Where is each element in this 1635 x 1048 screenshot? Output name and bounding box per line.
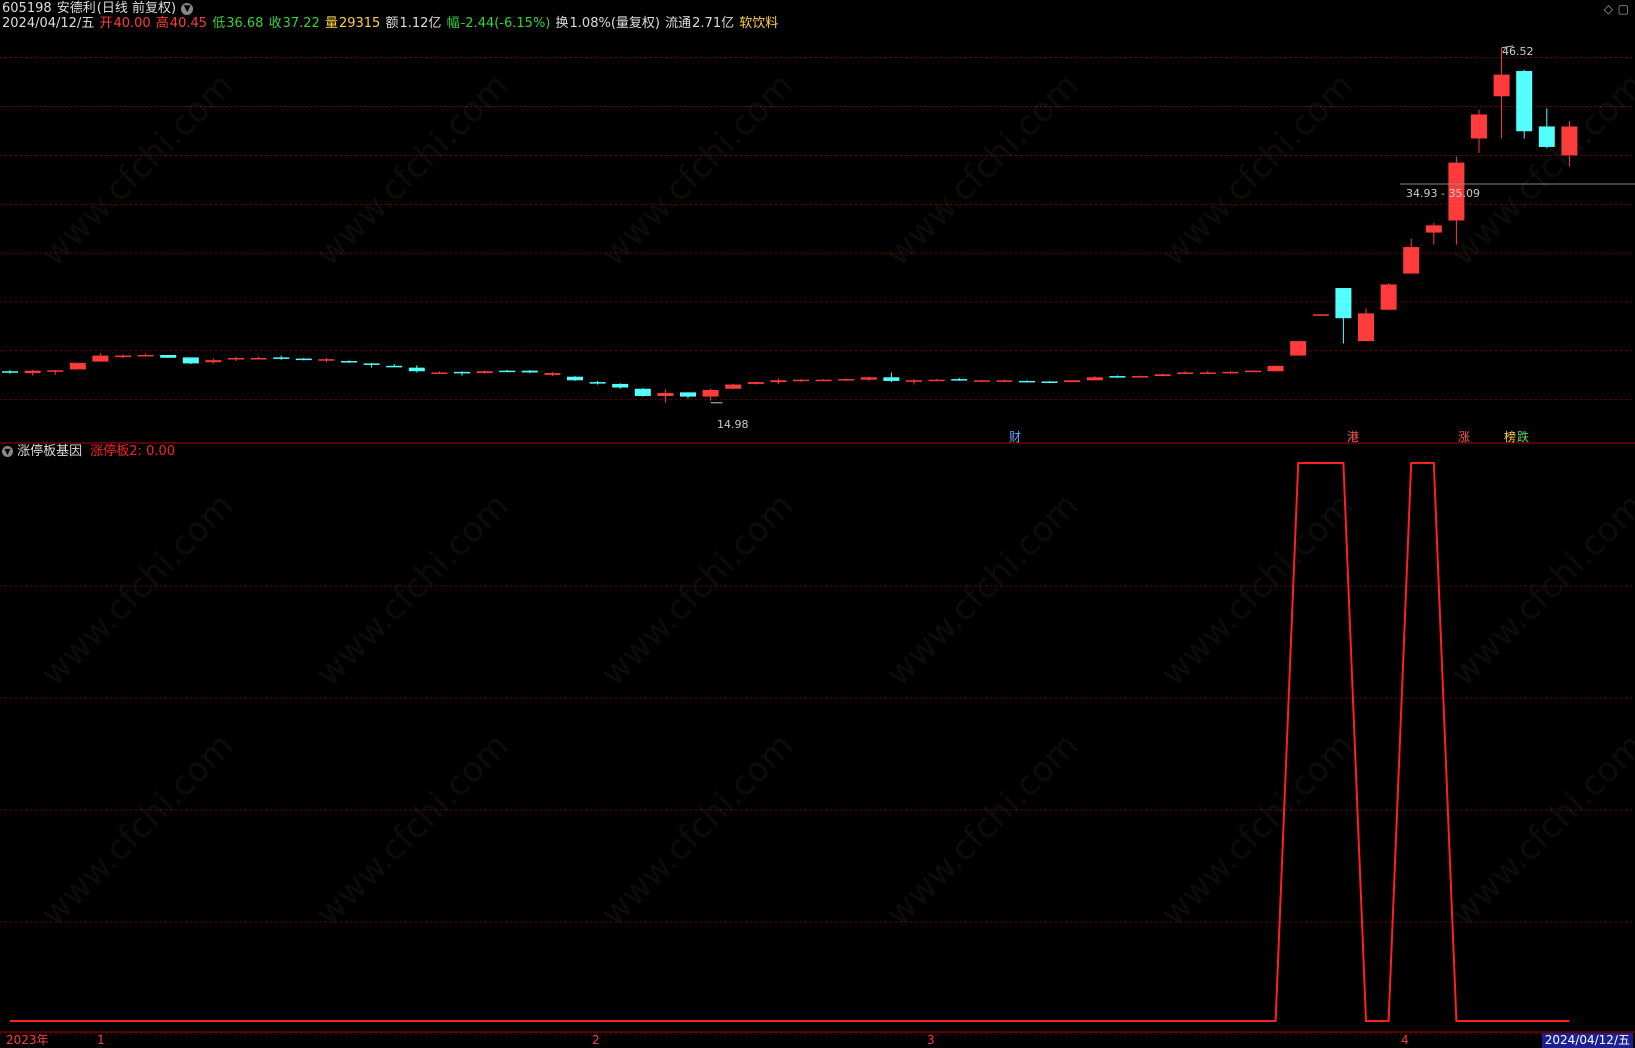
indicator-line [10, 462, 1570, 1022]
candle-up [47, 370, 64, 372]
candle-up [770, 380, 787, 383]
candle-up [1086, 377, 1103, 381]
candlestick-series [2, 47, 1578, 403]
marker-hk[interactable]: 港 [1347, 428, 1359, 445]
current-date-label: 2024/04/12/五 [1541, 1033, 1633, 1048]
candle-up [906, 380, 922, 382]
candle-up [860, 377, 877, 380]
chart-annotations [710, 45, 1635, 404]
high-price-label: 46.52 [1502, 45, 1534, 58]
candle-up [1064, 380, 1081, 383]
candle-up [973, 380, 990, 382]
candle-up [1154, 374, 1171, 377]
month-label-1: 1 [97, 1033, 105, 1047]
candle-up [1245, 370, 1261, 373]
candle-down [1335, 288, 1352, 319]
candle-up [205, 360, 222, 363]
candle-up [1132, 376, 1148, 378]
candle-up [544, 373, 561, 375]
candle-up [115, 355, 131, 358]
month-label-3: 3 [927, 1033, 935, 1047]
candle-down [951, 379, 968, 381]
candle-down [454, 371, 470, 374]
candle-up [1177, 372, 1194, 374]
marker-drop[interactable]: 跌 [1517, 428, 1529, 445]
candle-up [250, 357, 267, 360]
month-label-2: 2 [592, 1033, 600, 1047]
candle-up [1312, 314, 1329, 316]
candle-down [341, 361, 357, 363]
date-axis: 2023年 1 2 3 4 2024/04/12/五 [0, 1033, 1635, 1048]
marker-finance[interactable]: 财 [1009, 428, 1021, 445]
candle-down [363, 363, 380, 365]
marker-limit-up[interactable]: 涨 [1458, 428, 1470, 445]
candle-up [1403, 247, 1420, 274]
low-price-label: 14.98 [717, 418, 749, 431]
candle-down [273, 357, 290, 359]
candle-up [657, 392, 674, 396]
candle-up [996, 380, 1013, 382]
candle-down [408, 367, 425, 372]
chart-grid [0, 57, 1635, 1035]
candle-down [499, 370, 516, 373]
candle-up [24, 370, 41, 374]
candle-up [702, 389, 719, 397]
candle-up [1222, 371, 1239, 374]
candle-up [318, 359, 335, 361]
candle-up [69, 362, 86, 370]
candle-up [1358, 313, 1374, 342]
kline-chart[interactable] [0, 0, 1635, 1048]
candle-down [1516, 70, 1533, 132]
candle-up [1471, 114, 1487, 139]
candle-down [634, 388, 651, 396]
candle-down [182, 357, 199, 364]
candle-down [386, 365, 403, 368]
candle-down [1041, 381, 1058, 384]
candle-up [1267, 365, 1284, 372]
candle-up [815, 379, 832, 382]
candle-down [2, 371, 18, 373]
candle-down [160, 354, 177, 358]
candle-up [228, 357, 244, 360]
candle-down [295, 358, 312, 361]
candle-up [928, 379, 945, 382]
candle-up [1425, 225, 1442, 233]
candle-up [1199, 372, 1216, 374]
candle-up [725, 384, 742, 389]
year-label: 2023年 [6, 1033, 49, 1047]
candle-up [838, 379, 855, 381]
candle-up [1380, 284, 1397, 310]
candle-down [1538, 126, 1555, 147]
candle-up [431, 372, 448, 374]
candle-down [1109, 376, 1126, 378]
candle-up [1561, 126, 1578, 156]
candle-down [680, 392, 696, 397]
candle-up [92, 355, 109, 362]
month-label-4: 4 [1401, 1033, 1409, 1047]
candle-up [1290, 341, 1307, 356]
candle-up [747, 382, 764, 384]
candle-up [476, 371, 493, 374]
candle-down [521, 370, 538, 373]
candle-down [567, 376, 583, 381]
candle-up [793, 379, 809, 382]
candle-down [612, 383, 629, 388]
candle-down [883, 377, 900, 381]
candle-down [589, 382, 606, 384]
candle-up [1493, 74, 1510, 97]
candle-down [1019, 380, 1035, 383]
crosshair-range-label: 34.93 - 35.09 [1406, 187, 1480, 200]
candle-up [137, 354, 154, 357]
marker-list[interactable]: 榜 [1504, 428, 1516, 445]
indicator-series-line [10, 462, 1570, 1022]
